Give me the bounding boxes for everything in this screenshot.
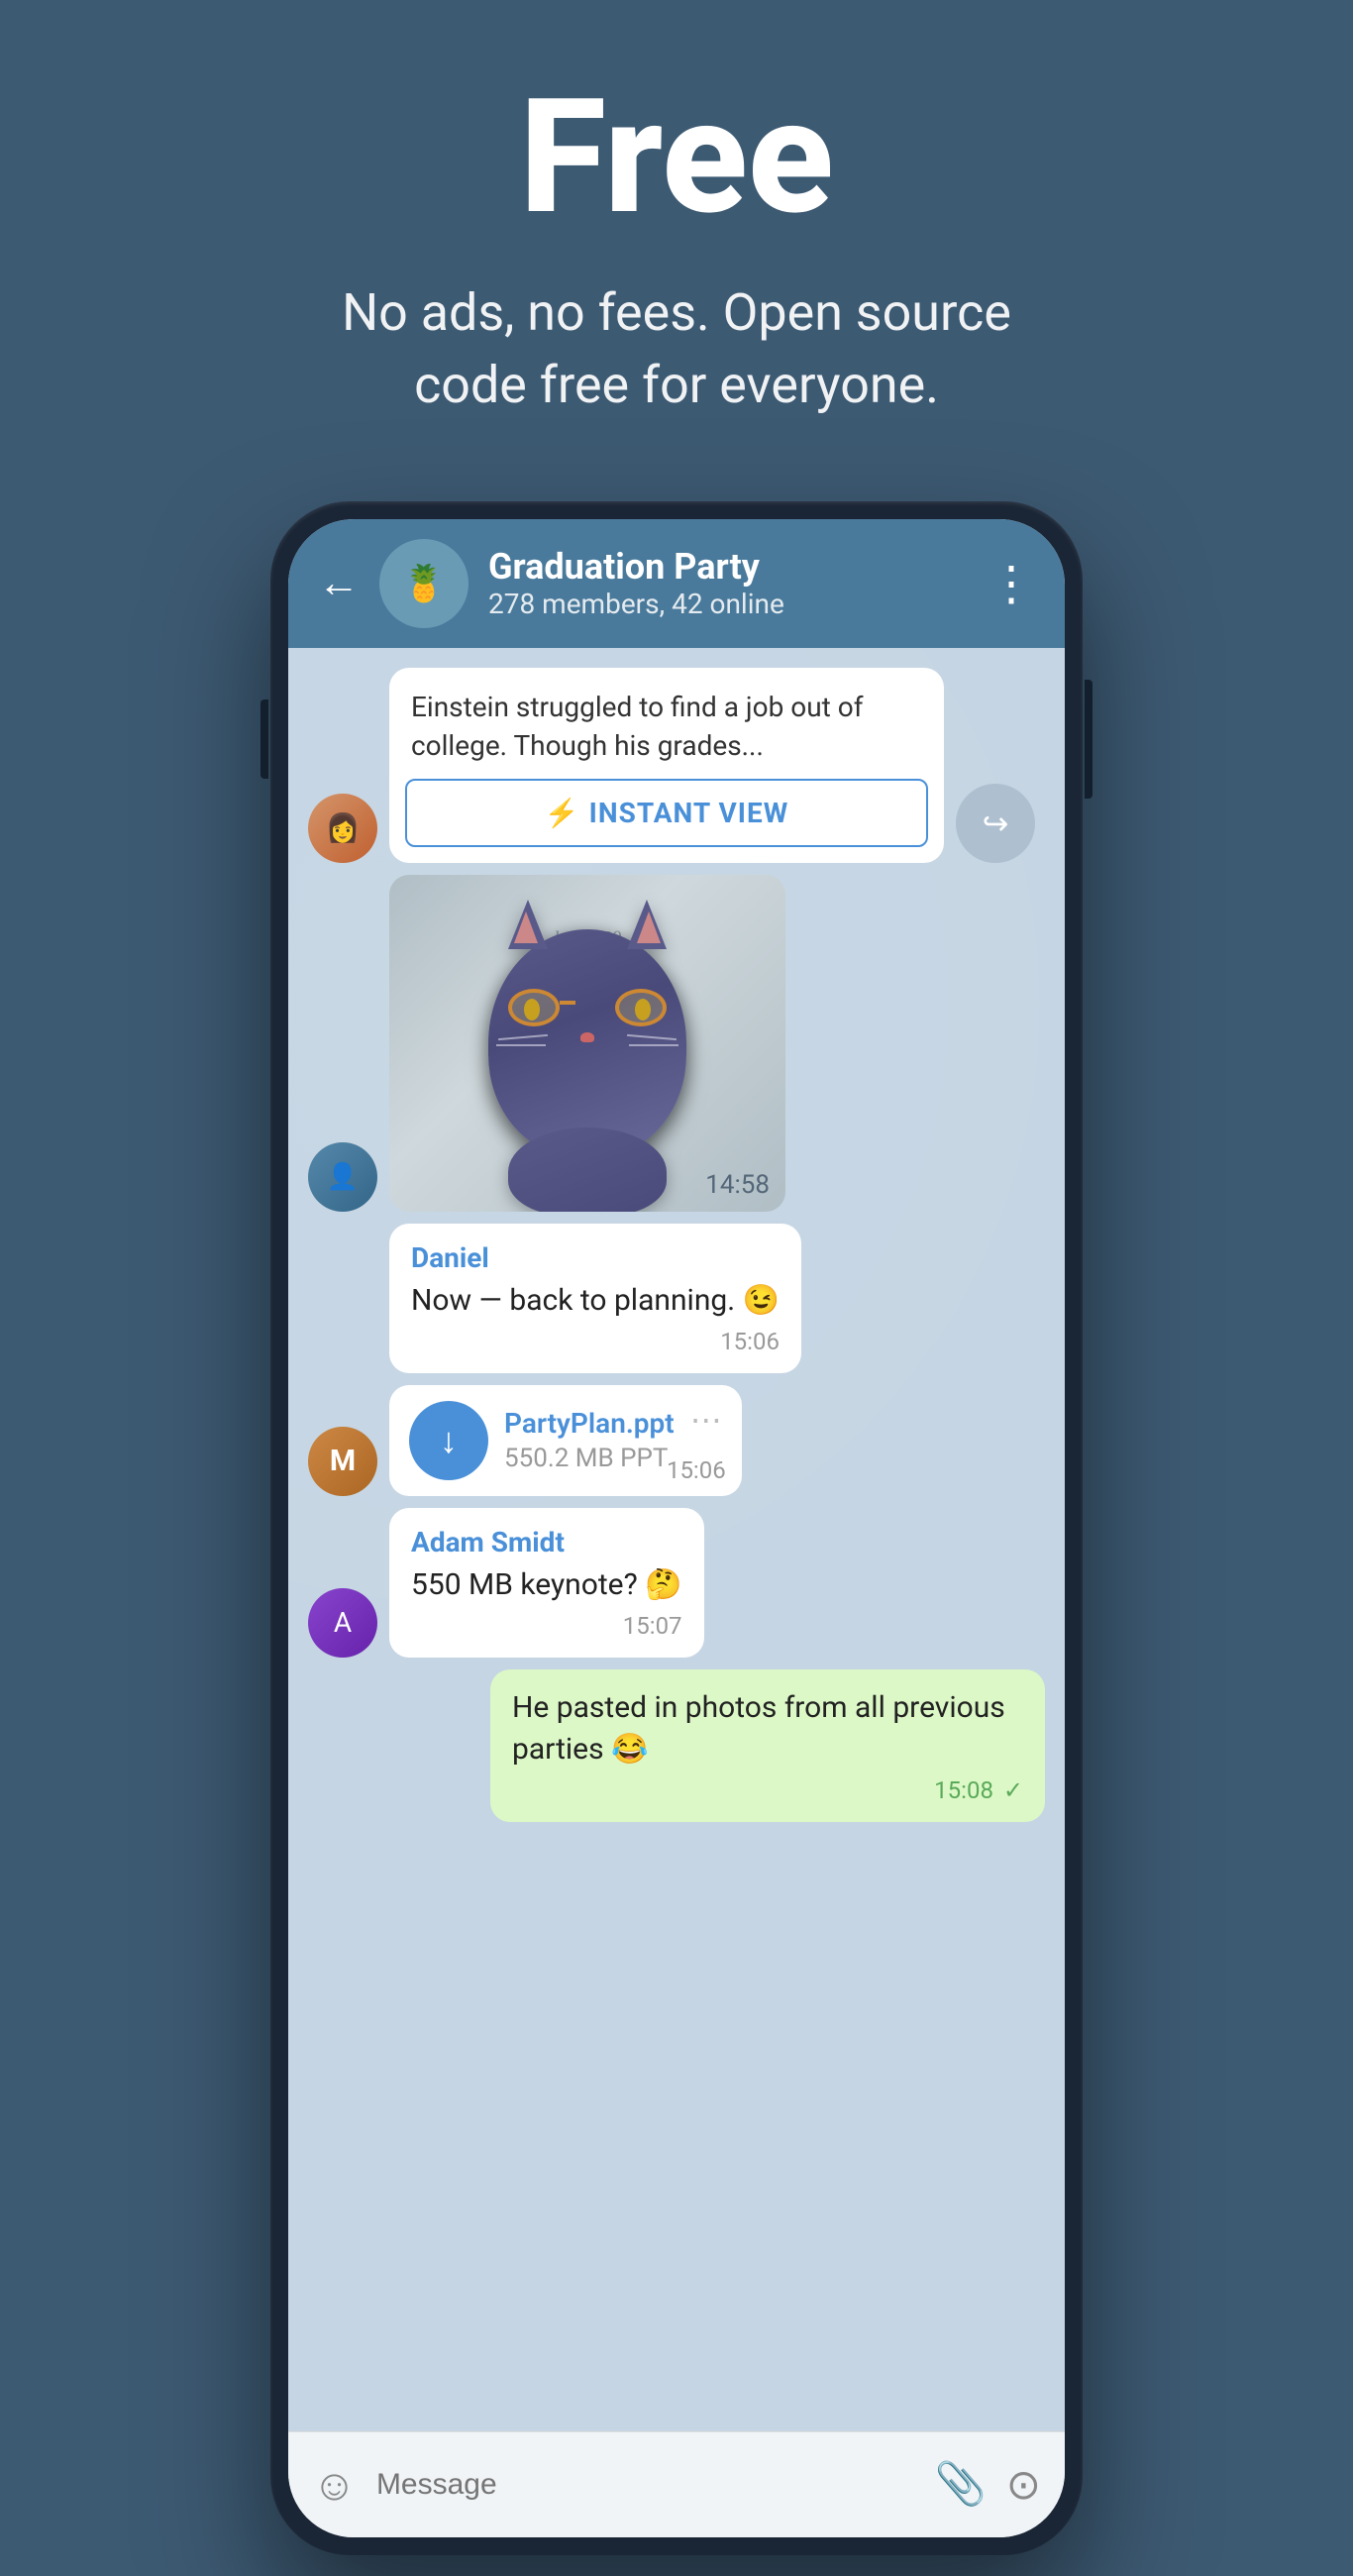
more-options-button[interactable]: ⋮ [988,555,1035,611]
daniel-bubble: Daniel Now — back to planning. 😉 15:06 [389,1224,801,1373]
message-file: M ↓ PartyPlan.ppt 550.2 MB PPT ⋯ 15:06 [308,1385,1045,1496]
adam-sender: Adam Smidt [411,1526,682,1558]
file-name: PartyPlan.ppt [504,1407,675,1440]
avatar-icon: 👩 [326,811,361,844]
download-arrow-icon: ↓ [440,1420,458,1461]
adam-time: 15:07 [411,1612,682,1640]
instant-view-bubble: Einstein struggled to find a job out of … [389,668,944,863]
avatar-icon: 👤 [327,1162,359,1192]
avatar-male2: M [308,1427,377,1496]
daniel-text: Now — back to planning. 😉 [411,1280,780,1322]
file-bubble: ↓ PartyPlan.ppt 550.2 MB PPT ⋯ 15:06 [389,1385,742,1496]
message-instant-view: 👩 Einstein struggled to find a job out o… [308,668,1045,863]
self-time-value: 15:08 [934,1776,993,1804]
daniel-time: 15:06 [411,1328,780,1355]
cat-sticker [488,929,686,1157]
file-size: 550.2 MB PPT [504,1444,675,1473]
iv-preview-text: Einstein struggled to find a job out of … [389,668,944,779]
group-status: 278 members, 42 online [488,588,968,620]
message-self: He pasted in photos from all previous pa… [308,1669,1045,1822]
phone-outer-shell: ← 🍍 Graduation Party 278 members, 42 onl… [270,501,1083,2555]
avatar-female: 👩 [308,794,377,863]
group-avatar-emoji: 🍍 [402,563,447,604]
file-info: PartyPlan.ppt 550.2 MB PPT [504,1407,675,1473]
sticker-time: 14:58 [705,1170,770,1200]
instant-view-button[interactable]: ⚡ INSTANT VIEW [405,779,928,847]
share-icon: ↪ [983,805,1009,842]
attach-button[interactable]: 📎 [935,2460,987,2509]
volume-button [260,699,268,779]
phone-screen: ← 🍍 Graduation Party 278 members, 42 onl… [288,519,1065,2537]
share-button[interactable]: ↪ [956,784,1035,863]
adam-text: 550 MB keynote? 🤔 [411,1564,682,1606]
phone-device: ← 🍍 Graduation Party 278 members, 42 onl… [270,501,1083,2555]
hero-title: Free [40,79,1313,238]
message-sticker: 👤 l = πr²θ A = πr² V = l³ P = 2πr A = πr… [308,875,1045,1212]
avatar-icon-m2: M [330,1444,356,1478]
file-download-button[interactable]: ↓ [409,1401,488,1480]
camera-button[interactable]: ⊙ [1006,2460,1041,2510]
file-time: 15:06 [667,1456,726,1484]
power-button [1085,680,1093,799]
chat-body: 👩 Einstein struggled to find a job out o… [288,648,1065,2431]
emoji-button[interactable]: ☺ [312,2459,357,2511]
back-button[interactable]: ← [318,559,360,607]
message-input-bar: ☺ 📎 ⊙ [288,2431,1065,2537]
message-input[interactable] [376,2450,915,2520]
header-info: Graduation Party 278 members, 42 online [488,546,968,620]
sticker-image: l = πr²θ A = πr² V = l³ P = 2πr A = πr² … [389,875,785,1212]
avatar-icon-m3: A [334,1606,352,1639]
message-daniel: Daniel Now — back to planning. 😉 15:06 [308,1224,1045,1373]
adam-bubble: Adam Smidt 550 MB keynote? 🤔 15:07 [389,1508,704,1658]
avatar-male3: A [308,1588,377,1658]
hero-subtitle: No ads, no fees. Open source code free f… [330,277,1023,422]
chat-header: ← 🍍 Graduation Party 278 members, 42 onl… [288,519,1065,648]
instant-view-label: INSTANT VIEW [589,797,789,829]
avatar-male1: 👤 [308,1142,377,1212]
check-icon: ✓ [1003,1776,1023,1804]
self-text: He pasted in photos from all previous pa… [512,1687,1023,1771]
message-adam: A Adam Smidt 550 MB keynote? 🤔 15:07 [308,1508,1045,1658]
group-avatar: 🍍 [379,539,468,628]
daniel-sender: Daniel [411,1241,780,1274]
file-more-options[interactable]: ⋯ [690,1401,722,1439]
hero-section: Free No ads, no fees. Open source code f… [0,0,1353,472]
self-bubble: He pasted in photos from all previous pa… [490,1669,1045,1822]
instant-view-icon: ⚡ [545,797,579,829]
group-name: Graduation Party [488,546,968,588]
self-time: 15:08 ✓ [512,1776,1023,1804]
